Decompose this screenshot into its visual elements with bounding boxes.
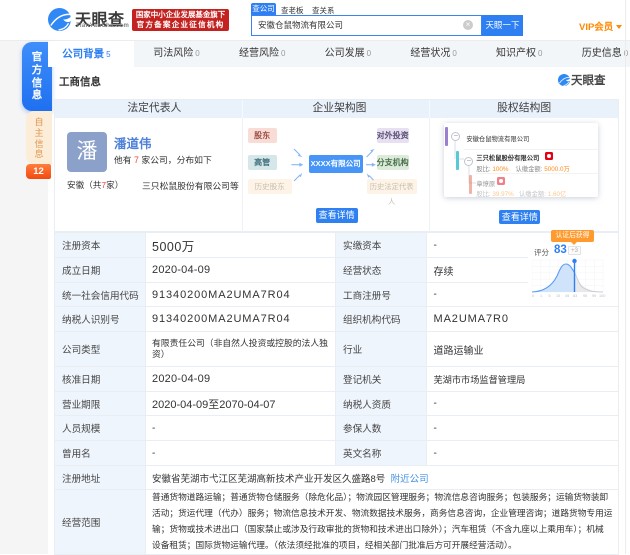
svg-text:1: 1 <box>540 294 542 298</box>
svg-text:100: 100 <box>599 294 605 298</box>
svg-text:99: 99 <box>592 294 596 298</box>
svg-text:45: 45 <box>565 294 569 298</box>
svg-text:83: 83 <box>573 294 577 298</box>
svg-text:5: 5 <box>549 294 551 298</box>
svg-text:15: 15 <box>556 294 560 298</box>
svg-text:0: 0 <box>532 294 534 298</box>
svg-text:95: 95 <box>583 294 587 298</box>
